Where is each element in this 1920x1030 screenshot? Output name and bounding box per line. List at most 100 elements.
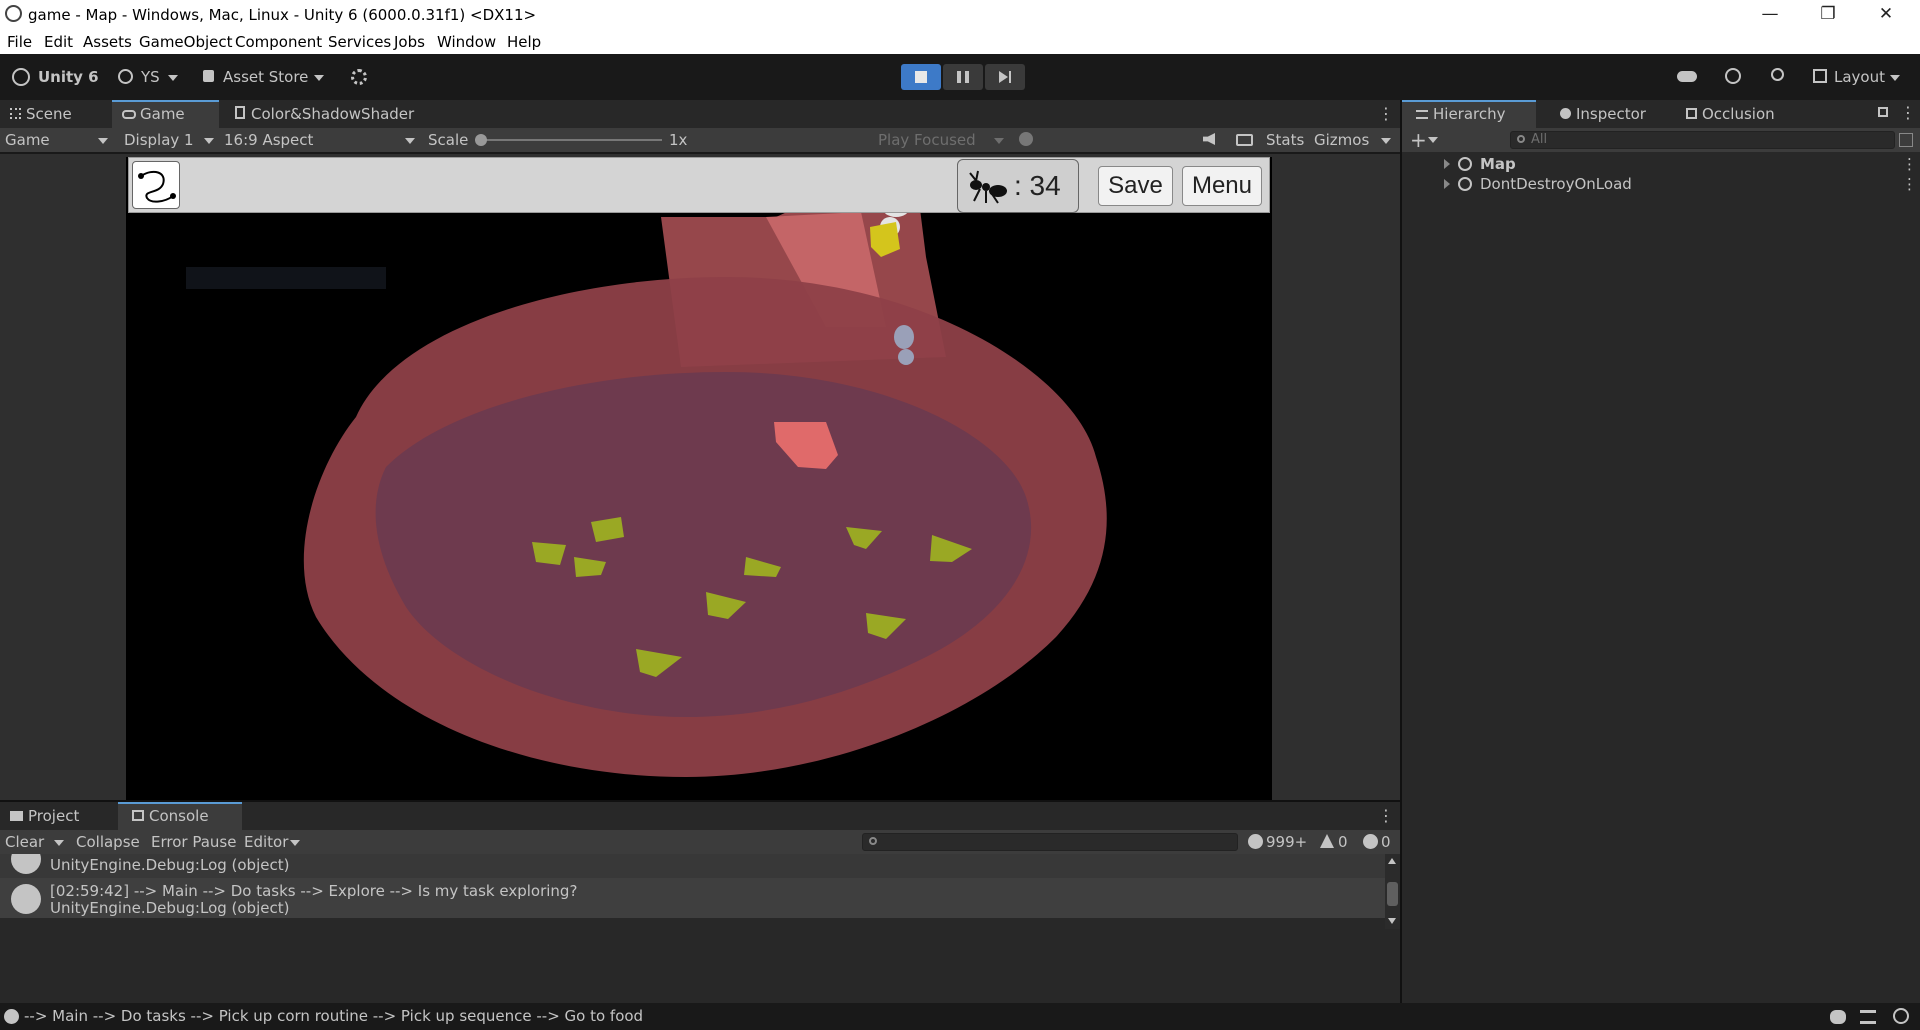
menu-jobs[interactable]: Jobs xyxy=(394,33,425,51)
audio-icon[interactable] xyxy=(1203,133,1215,145)
editor-dropdown[interactable]: Editor xyxy=(244,833,288,851)
view-select[interactable]: Game xyxy=(5,131,50,149)
play-button[interactable] xyxy=(901,64,941,90)
more-options-icon[interactable]: ⋮ xyxy=(1900,103,1916,122)
menu-window[interactable]: Window xyxy=(437,33,496,51)
keyboard-icon[interactable] xyxy=(1236,134,1253,146)
log-entry[interactable]: UnityEngine.Debug:Log (object) xyxy=(0,854,1385,878)
save-button[interactable]: Save xyxy=(1098,166,1173,206)
add-icon[interactable]: + xyxy=(1410,128,1427,152)
expand-arrow-icon[interactable] xyxy=(1444,159,1450,169)
tab-shader[interactable]: Color&ShadowShader xyxy=(225,100,435,128)
stats-button[interactable]: Stats xyxy=(1266,131,1304,149)
info-count-icon xyxy=(1248,834,1263,849)
account-icon xyxy=(118,69,133,84)
game-render[interactable] xyxy=(126,157,1272,800)
unity-scene-icon xyxy=(1458,157,1472,171)
more-options-icon[interactable]: ⋮ xyxy=(1378,806,1394,825)
info-log-icon xyxy=(11,854,41,874)
console-icon xyxy=(132,810,144,821)
tab-occlusion[interactable]: Occlusion xyxy=(1676,100,1806,128)
lock-icon[interactable] xyxy=(1878,107,1888,117)
close-button[interactable]: ✕ xyxy=(1857,0,1915,29)
gear-icon[interactable] xyxy=(351,69,367,85)
aspect-select[interactable]: 16:9 Aspect xyxy=(224,131,313,149)
unity-icon xyxy=(12,68,30,86)
display-select[interactable]: Display 1 xyxy=(124,131,194,149)
console-search-field[interactable] xyxy=(862,833,1238,851)
console-scrollbar[interactable] xyxy=(1385,854,1400,929)
menu-services[interactable]: Services xyxy=(328,33,391,51)
clear-button[interactable]: Clear xyxy=(5,833,44,851)
hierarchy-toolbar: + All xyxy=(1402,128,1920,152)
hierarchy-item-map[interactable]: Map ⋮ xyxy=(1402,154,1920,174)
expand-arrow-icon[interactable] xyxy=(1444,179,1450,189)
info-count[interactable]: 999+ xyxy=(1266,833,1307,851)
error-icon xyxy=(1363,834,1378,849)
minimize-button[interactable]: — xyxy=(1741,0,1799,29)
search-icon[interactable] xyxy=(1771,68,1784,81)
status-message[interactable]: --> Main --> Do tasks --> Pick up corn r… xyxy=(24,1007,643,1025)
log-entry[interactable]: [02:59:42] --> Main --> Do tasks --> Exp… xyxy=(0,878,1385,918)
scene-tab-strip: Scene Game Color&ShadowShader ⋮ xyxy=(0,100,1400,128)
search-options-icon[interactable] xyxy=(1899,133,1913,147)
chevron-down-icon xyxy=(168,75,178,81)
path-tool-button[interactable] xyxy=(132,161,180,209)
menu-button[interactable]: Menu xyxy=(1182,166,1262,206)
menu-component[interactable]: Component xyxy=(235,33,322,51)
gizmos-button[interactable]: Gizmos xyxy=(1314,131,1369,149)
history-icon[interactable] xyxy=(1725,68,1741,84)
scroll-thumb[interactable] xyxy=(1387,882,1398,906)
pause-button[interactable] xyxy=(943,64,983,90)
menu-edit[interactable]: Edit xyxy=(44,33,73,51)
warning-count[interactable]: 0 xyxy=(1338,833,1348,851)
step-button[interactable] xyxy=(985,64,1025,90)
info-log-icon xyxy=(11,884,41,914)
more-options-icon[interactable]: ⋮ xyxy=(1902,175,1917,193)
maximize-button[interactable]: ❐ xyxy=(1799,0,1857,29)
tab-hierarchy[interactable]: Hierarchy xyxy=(1402,100,1536,128)
corn-piece xyxy=(532,542,566,565)
tab-console-label: Console xyxy=(149,807,209,825)
more-options-icon[interactable]: ⋮ xyxy=(1902,155,1917,173)
scroll-up-icon[interactable] xyxy=(1388,858,1396,864)
menu-assets[interactable]: Assets xyxy=(83,33,132,51)
hierarchy-item-dontdestroyonload[interactable]: DontDestroyOnLoad ⋮ xyxy=(1402,174,1920,194)
play-mode-select[interactable]: Play Focused xyxy=(878,131,976,149)
more-options-icon[interactable]: ⋮ xyxy=(1378,104,1394,123)
scale-slider[interactable] xyxy=(475,134,662,146)
tab-project-label: Project xyxy=(28,807,80,825)
scroll-down-icon[interactable] xyxy=(1388,918,1396,924)
debug-icon[interactable] xyxy=(1830,1010,1846,1024)
hierarchy-search-field[interactable]: All xyxy=(1510,131,1895,149)
bug-icon[interactable] xyxy=(1019,132,1033,146)
window-title: game - Map - Windows, Mac, Linux - Unity… xyxy=(28,6,537,24)
chevron-down-icon xyxy=(1381,138,1391,144)
error-count[interactable]: 0 xyxy=(1381,833,1391,851)
stack-icon[interactable] xyxy=(1860,1010,1876,1024)
unity-logo-icon xyxy=(5,5,22,22)
info-icon xyxy=(4,1009,19,1024)
tab-game[interactable]: Game xyxy=(112,100,219,128)
tab-inspector[interactable]: Inspector xyxy=(1550,100,1670,128)
unity-scene-icon xyxy=(1458,177,1472,191)
scale-slider-thumb[interactable] xyxy=(475,134,487,146)
asset-store-dropdown[interactable]: Asset Store xyxy=(223,68,308,86)
error-pause-button[interactable]: Error Pause xyxy=(151,833,236,851)
menu-help[interactable]: Help xyxy=(507,33,541,51)
check-icon[interactable] xyxy=(1893,1008,1909,1024)
tab-scene[interactable]: Scene xyxy=(0,100,110,128)
menu-gameobject[interactable]: GameObject xyxy=(139,33,233,51)
tab-scene-label: Scene xyxy=(26,105,72,123)
chevron-down-icon xyxy=(204,138,214,144)
layout-dropdown[interactable]: Layout xyxy=(1834,68,1885,86)
tab-project[interactable]: Project xyxy=(0,802,116,830)
menu-file[interactable]: File xyxy=(7,33,32,51)
collapse-button[interactable]: Collapse xyxy=(76,833,140,851)
tab-console[interactable]: Console xyxy=(118,802,242,830)
scale-value: 1x xyxy=(669,131,688,149)
account-dropdown[interactable]: YS xyxy=(141,68,160,86)
search-icon xyxy=(869,837,877,845)
list-icon xyxy=(1416,110,1428,119)
cloud-icon[interactable] xyxy=(1677,71,1697,82)
